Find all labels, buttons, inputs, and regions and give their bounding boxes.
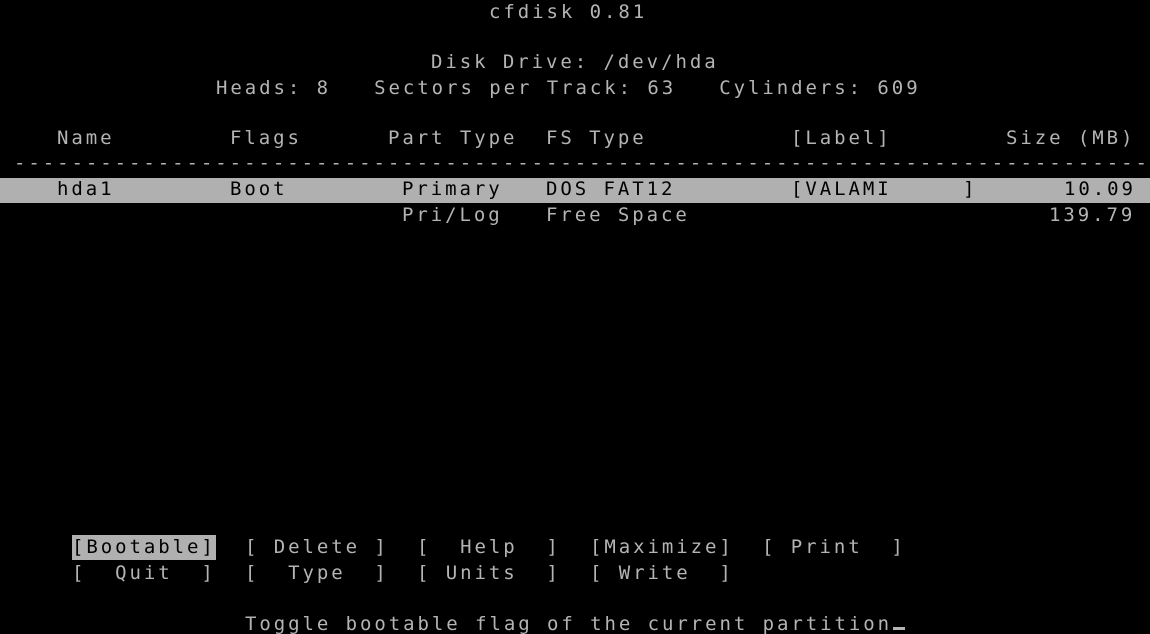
help-button[interactable]: [ Help ] (417, 535, 561, 560)
row-flags: Boot (230, 178, 288, 200)
app-title: cfdisk 0.81 (489, 1, 648, 23)
type-button[interactable]: [ Type ] (245, 561, 389, 586)
header-flags: Flags (230, 127, 302, 149)
units-button[interactable]: [ Units ] (417, 561, 561, 586)
disk-geometry: Heads: 8 Sectors per Track: 63 Cylinders… (216, 77, 921, 99)
row-part-type: Primary (402, 178, 503, 200)
header-name: Name (57, 127, 115, 149)
status-text: Toggle bootable flag of the current part… (245, 613, 893, 634)
row-fs-type: DOS FAT12 (546, 178, 676, 200)
header-separator: ----------------------------------------… (14, 152, 1150, 174)
header-fs-type: FS Type (546, 127, 647, 149)
print-button[interactable]: [ Print ] (762, 535, 906, 560)
quit-button[interactable]: [ Quit ] (72, 561, 216, 586)
free-size[interactable]: 139.79 (1049, 203, 1135, 228)
write-button[interactable]: [ Write ] (590, 561, 734, 586)
header-part-type: Part Type (388, 127, 518, 149)
row-name: hda1 (57, 178, 115, 200)
row-size: 10.09 (1064, 178, 1136, 200)
maximize-button[interactable]: [Maximize] (590, 535, 734, 560)
bootable-button[interactable]: [Bootable] (72, 535, 216, 560)
terminal-screen: cfdisk 0.81 Disk Drive: /dev/hda Heads: … (0, 0, 1150, 634)
header-label: [Label] (791, 127, 892, 149)
text-cursor (893, 627, 906, 630)
delete-button[interactable]: [ Delete ] (245, 535, 389, 560)
free-part-type[interactable]: Pri/Log (402, 203, 503, 228)
disk-drive: Disk Drive: /dev/hda (431, 51, 719, 73)
status-line: Toggle bootable flag of the current part… (245, 612, 906, 634)
row-label: [VALAMI (791, 178, 892, 200)
header-size: Size (MB) (1006, 127, 1136, 149)
row-label-end: ] (963, 178, 978, 200)
free-fs-type[interactable]: Free Space (546, 203, 690, 228)
